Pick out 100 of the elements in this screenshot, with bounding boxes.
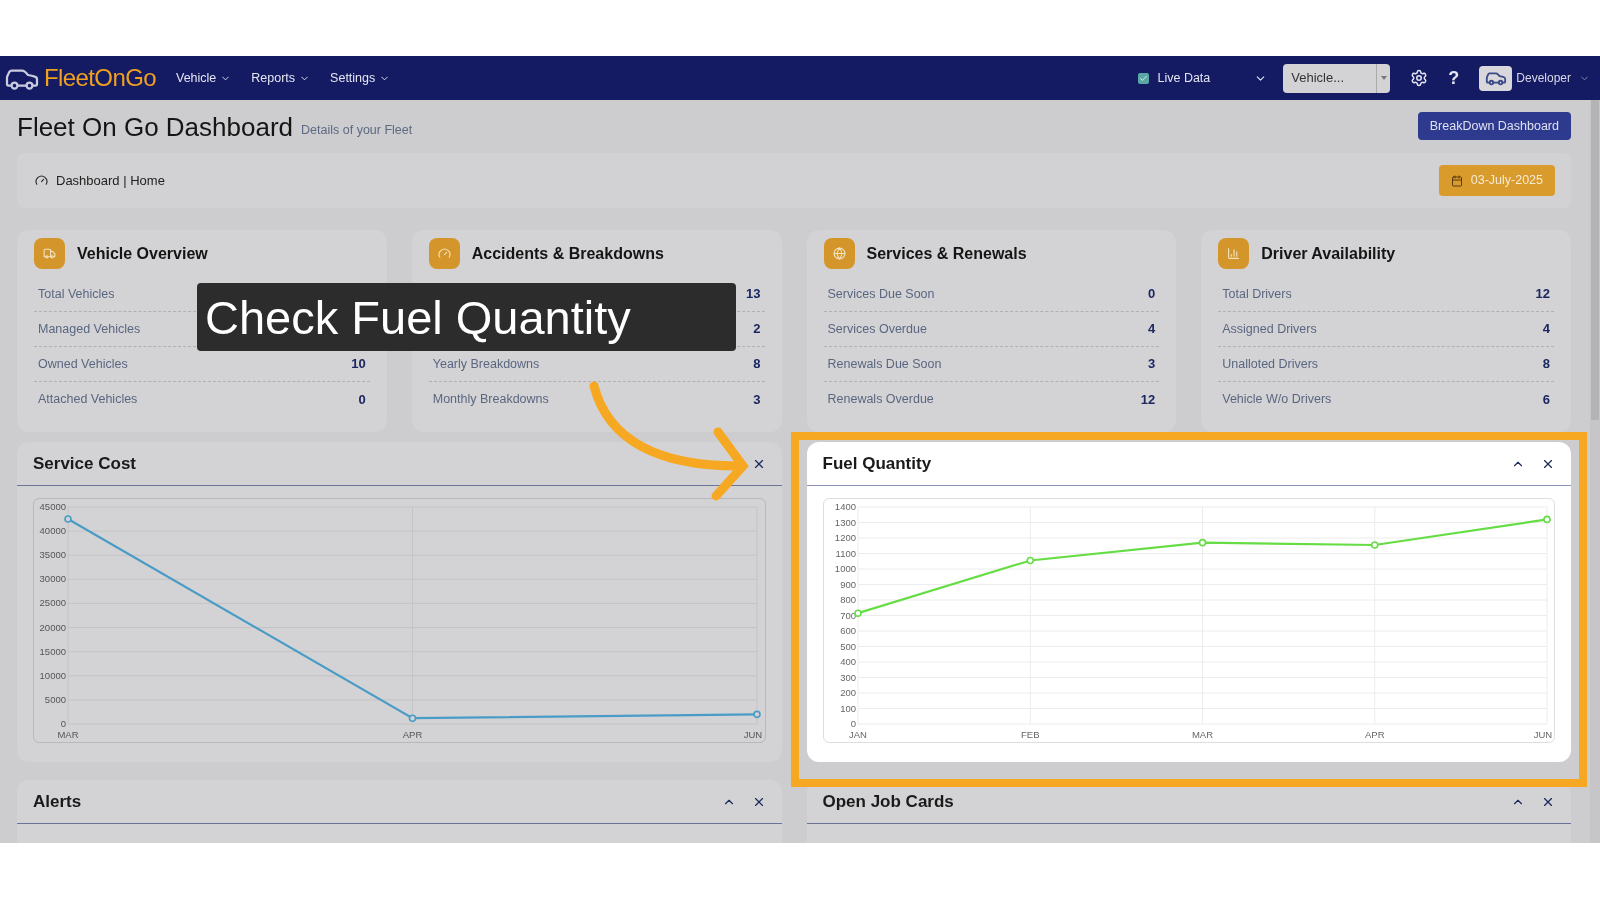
x-tick-label: JAN <box>848 729 867 740</box>
y-tick-label: 1300 <box>834 516 856 528</box>
stat-label: Yearly Breakdowns <box>432 355 540 373</box>
panel-title: Open Job Cards <box>822 790 954 813</box>
stat-label: Assigned Drivers <box>1222 320 1317 338</box>
bar-chart-icon <box>1218 238 1250 269</box>
stat-value: 0 <box>1148 285 1156 304</box>
y-tick-label: 600 <box>839 625 856 636</box>
stat-label: Attached Vehicles <box>38 391 138 409</box>
stat-value: 13 <box>746 285 761 304</box>
data-point <box>64 515 72 523</box>
page-title: Fleet On Go Dashboard <box>17 114 294 140</box>
gauge-icon <box>35 174 48 187</box>
y-tick-label: 40000 <box>39 525 66 537</box>
help-button[interactable]: ? <box>1448 64 1460 92</box>
breadcrumb[interactable]: Dashboard | Home <box>56 170 165 191</box>
user-menu[interactable]: Developer <box>1516 69 1590 87</box>
stat-value: 3 <box>753 390 761 409</box>
stat-value: 10 <box>351 355 366 374</box>
stat-value: 12 <box>1140 390 1156 409</box>
y-tick-label: 20000 <box>39 621 66 633</box>
data-point <box>1370 541 1379 549</box>
stat-label: Total Vehicles <box>38 285 115 303</box>
caret-icon <box>1380 76 1387 80</box>
nav-menu[interactable]: Vehicle <box>176 68 232 88</box>
stat-value: 4 <box>1148 320 1156 339</box>
x-tick-label: APR <box>1364 729 1384 740</box>
stat-value: 8 <box>1542 355 1550 374</box>
y-tick-label: 5000 <box>44 693 66 705</box>
x-tick-label: JUN <box>743 729 763 740</box>
y-tick-label: 0 <box>850 718 856 729</box>
stat-label: Vehicle W/o Drivers <box>1222 391 1332 409</box>
data-point <box>753 710 761 719</box>
scrollbar[interactable] <box>1590 100 1600 843</box>
settings-icon[interactable] <box>1410 69 1429 87</box>
nav-menu[interactable]: Settings <box>330 68 391 88</box>
y-tick-label: 0 <box>60 718 66 729</box>
y-tick-label: 35000 <box>39 549 66 561</box>
data-point <box>1198 538 1206 547</box>
y-tick-label: 1000 <box>834 563 856 574</box>
stat-label: Renewals Overdue <box>827 391 934 409</box>
live-data-checkbox[interactable] <box>1138 72 1150 84</box>
data-point <box>1542 515 1551 524</box>
data-point <box>408 714 417 722</box>
y-tick-label: 500 <box>839 640 856 652</box>
stat-label: Managed Vehicles <box>38 320 141 338</box>
y-tick-label: 700 <box>839 609 856 621</box>
stat-value: 4 <box>1542 320 1550 339</box>
y-tick-label: 800 <box>839 594 856 605</box>
calendar-icon <box>1450 174 1463 187</box>
stat-label: Services Overdue <box>827 320 927 338</box>
panel-title: Service Cost <box>33 452 136 475</box>
y-tick-label: 1400 <box>834 501 856 512</box>
check-icon <box>1139 73 1149 83</box>
avatar[interactable] <box>1479 65 1513 91</box>
y-tick-label: 400 <box>839 656 856 667</box>
stat-value: 6 <box>1542 390 1550 409</box>
stat-label: Renewals Due Soon <box>827 355 942 373</box>
stat-label: Total Drivers <box>1222 285 1292 303</box>
callout: Check Fuel Quantity <box>197 283 736 351</box>
gauge-icon <box>428 238 460 269</box>
stat-value: 3 <box>1148 355 1156 374</box>
logo-text[interactable]: FleetOnGo <box>44 60 156 96</box>
y-tick-label: 300 <box>839 671 856 683</box>
y-tick-label: 900 <box>839 578 856 590</box>
x-tick-label: JUN <box>1533 729 1552 740</box>
card-title: Services & Renewals <box>866 243 1027 264</box>
card-title: Accidents & Breakdowns <box>471 243 664 264</box>
stat-label: Owned Vehicles <box>38 355 128 373</box>
stat-label: Monthly Breakdowns <box>432 391 549 409</box>
x-tick-label: APR <box>402 729 423 740</box>
panel-title: Fuel Quantity <box>822 452 932 475</box>
y-tick-label: 15000 <box>39 645 66 657</box>
y-tick-label: 1100 <box>835 547 856 559</box>
card-title: Driver Availability <box>1261 243 1396 264</box>
y-tick-label: 25000 <box>39 597 66 609</box>
y-tick-label: 200 <box>839 687 856 698</box>
stat-value: 2 <box>753 320 761 339</box>
y-tick-label: 30000 <box>39 573 66 585</box>
truck-icon <box>34 238 65 269</box>
stat-label: Unalloted Drivers <box>1222 355 1319 373</box>
y-tick-label: 1200 <box>834 532 856 543</box>
card-title: Vehicle Overview <box>77 243 208 264</box>
panel-title: Alerts <box>33 790 82 813</box>
breakdown-dashboard-button[interactable]: BreakDown Dashboard <box>1417 112 1571 140</box>
x-tick-label: MAR <box>57 729 79 740</box>
live-data-label: Live Data <box>1157 69 1211 87</box>
data-point <box>1025 556 1034 565</box>
x-tick-label: FEB <box>1020 729 1039 740</box>
y-tick-label: 45000 <box>39 501 66 512</box>
y-tick-label: 10000 <box>39 669 66 681</box>
globe-icon <box>823 238 855 269</box>
vehicle-select[interactable]: Vehicle... <box>1283 63 1391 93</box>
x-tick-label: MAR <box>1191 729 1213 740</box>
stat-label: Services Due Soon <box>827 285 935 303</box>
stat-value: 12 <box>1535 285 1550 304</box>
nav-menu[interactable]: Reports <box>251 68 311 88</box>
page-subtitle: Details of your Fleet <box>301 122 413 140</box>
y-tick-label: 100 <box>839 702 856 714</box>
stat-value: 0 <box>358 390 366 409</box>
